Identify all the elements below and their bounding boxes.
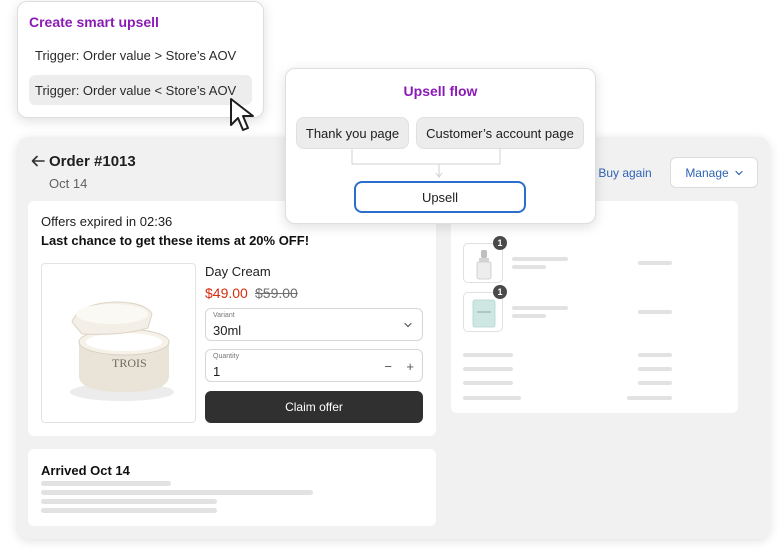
product-image-text: TROIS bbox=[112, 356, 147, 370]
trigger-option-selected[interactable]: Trigger: Order value < Store’s AOV bbox=[29, 75, 252, 105]
placeholder-line bbox=[41, 508, 217, 513]
placeholder-line bbox=[512, 314, 546, 318]
serum-bottle-icon bbox=[476, 250, 492, 280]
variant-label: Variant bbox=[213, 312, 235, 319]
placeholder-line bbox=[463, 396, 521, 400]
manage-button[interactable]: Manage bbox=[670, 157, 758, 188]
mouse-pointer-icon bbox=[230, 98, 254, 131]
upsell-node[interactable]: Upsell bbox=[354, 181, 526, 213]
offer-timer: Offers expired in 02:36 bbox=[41, 214, 173, 229]
variant-value: 30ml bbox=[213, 323, 242, 338]
customer-account-page-node[interactable]: Customer’s account page bbox=[416, 117, 584, 149]
quantity-increment-button[interactable]: + bbox=[406, 359, 414, 374]
buy-again-button[interactable]: Buy again bbox=[590, 157, 660, 188]
flow-connector bbox=[351, 149, 501, 178]
arrived-title: Arrived Oct 14 bbox=[41, 463, 130, 478]
upsell-flow-title: Upsell flow bbox=[403, 83, 478, 99]
arrived-card bbox=[28, 449, 436, 526]
placeholder-line bbox=[463, 381, 513, 385]
placeholder-line bbox=[512, 306, 568, 310]
order-title: Order #1013 bbox=[49, 153, 136, 170]
smart-upsell-title: Create smart upsell bbox=[29, 14, 159, 30]
buy-again-label: Buy again bbox=[598, 165, 652, 180]
placeholder-line bbox=[463, 353, 513, 357]
quantity-badge: 1 bbox=[493, 236, 507, 250]
variant-select[interactable]: Variant 30ml bbox=[205, 308, 423, 341]
quantity-value: 1 bbox=[213, 364, 221, 379]
cream-jar-icon: TROIS bbox=[70, 301, 174, 401]
placeholder-line bbox=[638, 353, 672, 357]
placeholder-line bbox=[638, 261, 672, 265]
placeholder-line bbox=[41, 490, 313, 495]
quantity-label: Quantity bbox=[213, 353, 240, 360]
placeholder-line bbox=[512, 257, 568, 261]
product-name: Day Cream bbox=[205, 264, 271, 279]
quantity-stepper[interactable]: Quantity 1 − + bbox=[205, 349, 423, 382]
price-new: $49.00 bbox=[205, 285, 248, 301]
price-old: $59.00 bbox=[255, 285, 298, 301]
sheet-mask-icon bbox=[472, 299, 496, 328]
claim-offer-button[interactable]: Claim offer bbox=[205, 391, 423, 423]
chevron-down-icon bbox=[735, 170, 743, 175]
trigger-option[interactable]: Trigger: Order value > Store’s AOV bbox=[29, 40, 252, 70]
quantity-decrement-button[interactable]: − bbox=[384, 359, 392, 374]
placeholder-line bbox=[638, 367, 672, 371]
back-arrow-icon[interactable] bbox=[31, 154, 45, 168]
placeholder-line bbox=[463, 367, 513, 371]
placeholder-line bbox=[638, 381, 672, 385]
product-image: TROIS bbox=[41, 263, 196, 423]
quantity-badge: 1 bbox=[493, 285, 507, 299]
placeholder-line bbox=[41, 499, 217, 504]
manage-label: Manage bbox=[685, 165, 729, 180]
stage: Order #1013 Oct 14 Buy again Manage Offe… bbox=[0, 0, 781, 553]
placeholder-line bbox=[512, 265, 546, 269]
order-date: Oct 14 bbox=[49, 176, 88, 191]
placeholder-line bbox=[638, 310, 672, 314]
offer-headline: Last chance to get these items at 20% OF… bbox=[41, 233, 310, 248]
thank-you-page-node[interactable]: Thank you page bbox=[296, 117, 409, 149]
chevron-down-icon bbox=[404, 322, 412, 328]
placeholder-line bbox=[627, 396, 672, 400]
placeholder-line bbox=[41, 481, 171, 486]
